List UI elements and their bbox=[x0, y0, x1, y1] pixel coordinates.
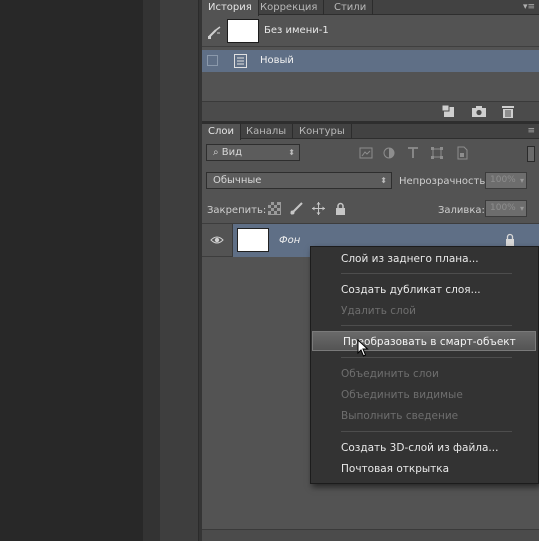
history-brush-icon[interactable] bbox=[207, 24, 223, 40]
tab-history[interactable]: История bbox=[202, 0, 259, 16]
menu-item-duplicate-layer[interactable]: Создать дубликат слоя... bbox=[311, 280, 538, 300]
tab-styles[interactable]: Стили bbox=[328, 0, 374, 15]
layer-name[interactable]: Фон bbox=[279, 235, 300, 246]
tab-layers[interactable]: Слои bbox=[202, 124, 241, 140]
layers-footer bbox=[202, 529, 539, 541]
filter-kind-value: Вид bbox=[221, 147, 243, 158]
menu-item-merge-layers[interactable]: Объединить слои bbox=[311, 364, 538, 384]
snapshot-thumbnail bbox=[227, 19, 259, 43]
opacity-label: Непрозрачность: bbox=[399, 176, 489, 187]
layer-context-menu: Слой из заднего плана... Создать дублика… bbox=[310, 246, 539, 484]
lock-image-pixels-icon[interactable] bbox=[290, 202, 303, 215]
mouse-pointer-icon bbox=[357, 339, 369, 357]
collapsed-panel-dock bbox=[160, 0, 199, 541]
type-layer-filter-icon[interactable] bbox=[406, 146, 420, 160]
tab-channels[interactable]: Каналы bbox=[240, 124, 294, 139]
dropdown-arrow-icon: ▾ bbox=[519, 204, 524, 213]
menu-item-delete-layer[interactable]: Удалить слой bbox=[311, 301, 538, 321]
smart-object-filter-icon[interactable] bbox=[455, 146, 469, 160]
history-panel: История Коррекция Стили ▾≡ Без имени-1 Н… bbox=[202, 0, 539, 121]
lock-transparent-pixels-icon[interactable] bbox=[268, 202, 281, 215]
layer-lock-icon bbox=[506, 233, 514, 246]
menu-item-postcard[interactable]: Почтовая открытка bbox=[311, 459, 538, 479]
new-document-icon bbox=[234, 54, 247, 68]
tab-paths[interactable]: Контуры bbox=[293, 124, 352, 139]
snapshot-name: Без имени-1 bbox=[264, 25, 329, 36]
layer-filter-row: ⌕ Вид ⬍ bbox=[202, 140, 539, 168]
adjustment-layer-filter-icon[interactable] bbox=[382, 146, 396, 160]
shape-layer-filter-icon[interactable] bbox=[430, 146, 444, 160]
lock-row: Закрепить: Заливка: 100% ▾ bbox=[202, 196, 539, 224]
tab-adjustments[interactable]: Коррекция bbox=[254, 0, 325, 15]
menu-item-layer-from-background[interactable]: Слой из заднего плана... bbox=[311, 249, 538, 269]
history-step-name: Новый bbox=[260, 55, 294, 66]
layer-visibility-toggle[interactable] bbox=[202, 224, 233, 257]
eye-icon bbox=[210, 236, 224, 244]
panel-menu-icon[interactable]: ≡ bbox=[527, 126, 535, 136]
fill-value: 100% bbox=[490, 203, 516, 213]
menu-item-merge-visible[interactable]: Объединить видимые bbox=[311, 385, 538, 405]
history-snapshot-row[interactable]: Без имени-1 bbox=[202, 16, 539, 47]
lock-all-icon[interactable] bbox=[334, 202, 347, 215]
fill-input[interactable]: 100% ▾ bbox=[485, 200, 527, 217]
layer-thumbnail bbox=[237, 228, 269, 252]
lock-label: Закрепить: bbox=[207, 205, 267, 216]
menu-separator bbox=[341, 357, 512, 358]
history-tabbar: История Коррекция Стили ▾≡ bbox=[202, 0, 539, 16]
panel-menu-icon[interactable]: ▾≡ bbox=[523, 2, 535, 12]
document-canvas-area[interactable] bbox=[0, 0, 143, 541]
updown-arrow-icon: ⬍ bbox=[380, 176, 387, 185]
filter-toggle-switch[interactable] bbox=[527, 146, 535, 162]
lock-position-icon[interactable] bbox=[312, 202, 325, 215]
history-footer bbox=[202, 101, 539, 121]
camera-snapshot-icon[interactable] bbox=[472, 105, 486, 118]
blend-mode-select[interactable]: Обычные ⬍ bbox=[206, 172, 392, 189]
menu-item-flatten-image[interactable]: Выполнить сведение bbox=[311, 406, 538, 426]
search-icon: ⌕ bbox=[213, 147, 222, 158]
opacity-value: 100% bbox=[490, 175, 516, 185]
menu-separator bbox=[341, 431, 512, 432]
new-document-from-state-icon[interactable] bbox=[442, 105, 456, 118]
updown-arrow-icon: ⬍ bbox=[288, 148, 295, 157]
menu-separator bbox=[341, 325, 512, 326]
menu-item-new-3d-layer-from-file[interactable]: Создать 3D-слой из файла... bbox=[311, 438, 538, 458]
blend-row: Обычные ⬍ Непрозрачность: 100% ▾ bbox=[202, 168, 539, 196]
filter-kind-select[interactable]: ⌕ Вид ⬍ bbox=[206, 144, 300, 161]
blend-mode-value: Обычные bbox=[213, 175, 262, 186]
pixel-layer-filter-icon[interactable] bbox=[359, 146, 373, 160]
fill-label: Заливка: bbox=[438, 205, 485, 216]
history-step-row[interactable]: Новый bbox=[202, 50, 539, 72]
menu-item-convert-to-smart-object[interactable]: Преобразовать в смарт-объект bbox=[312, 331, 536, 351]
dropdown-arrow-icon: ▾ bbox=[519, 176, 524, 185]
opacity-input[interactable]: 100% ▾ bbox=[485, 172, 527, 189]
trash-icon[interactable] bbox=[501, 105, 515, 118]
canvas-edge bbox=[143, 0, 160, 541]
history-source-checkbox[interactable] bbox=[207, 55, 218, 66]
menu-separator bbox=[341, 273, 512, 274]
layers-tabbar: Слои Каналы Контуры ≡ bbox=[202, 124, 539, 140]
